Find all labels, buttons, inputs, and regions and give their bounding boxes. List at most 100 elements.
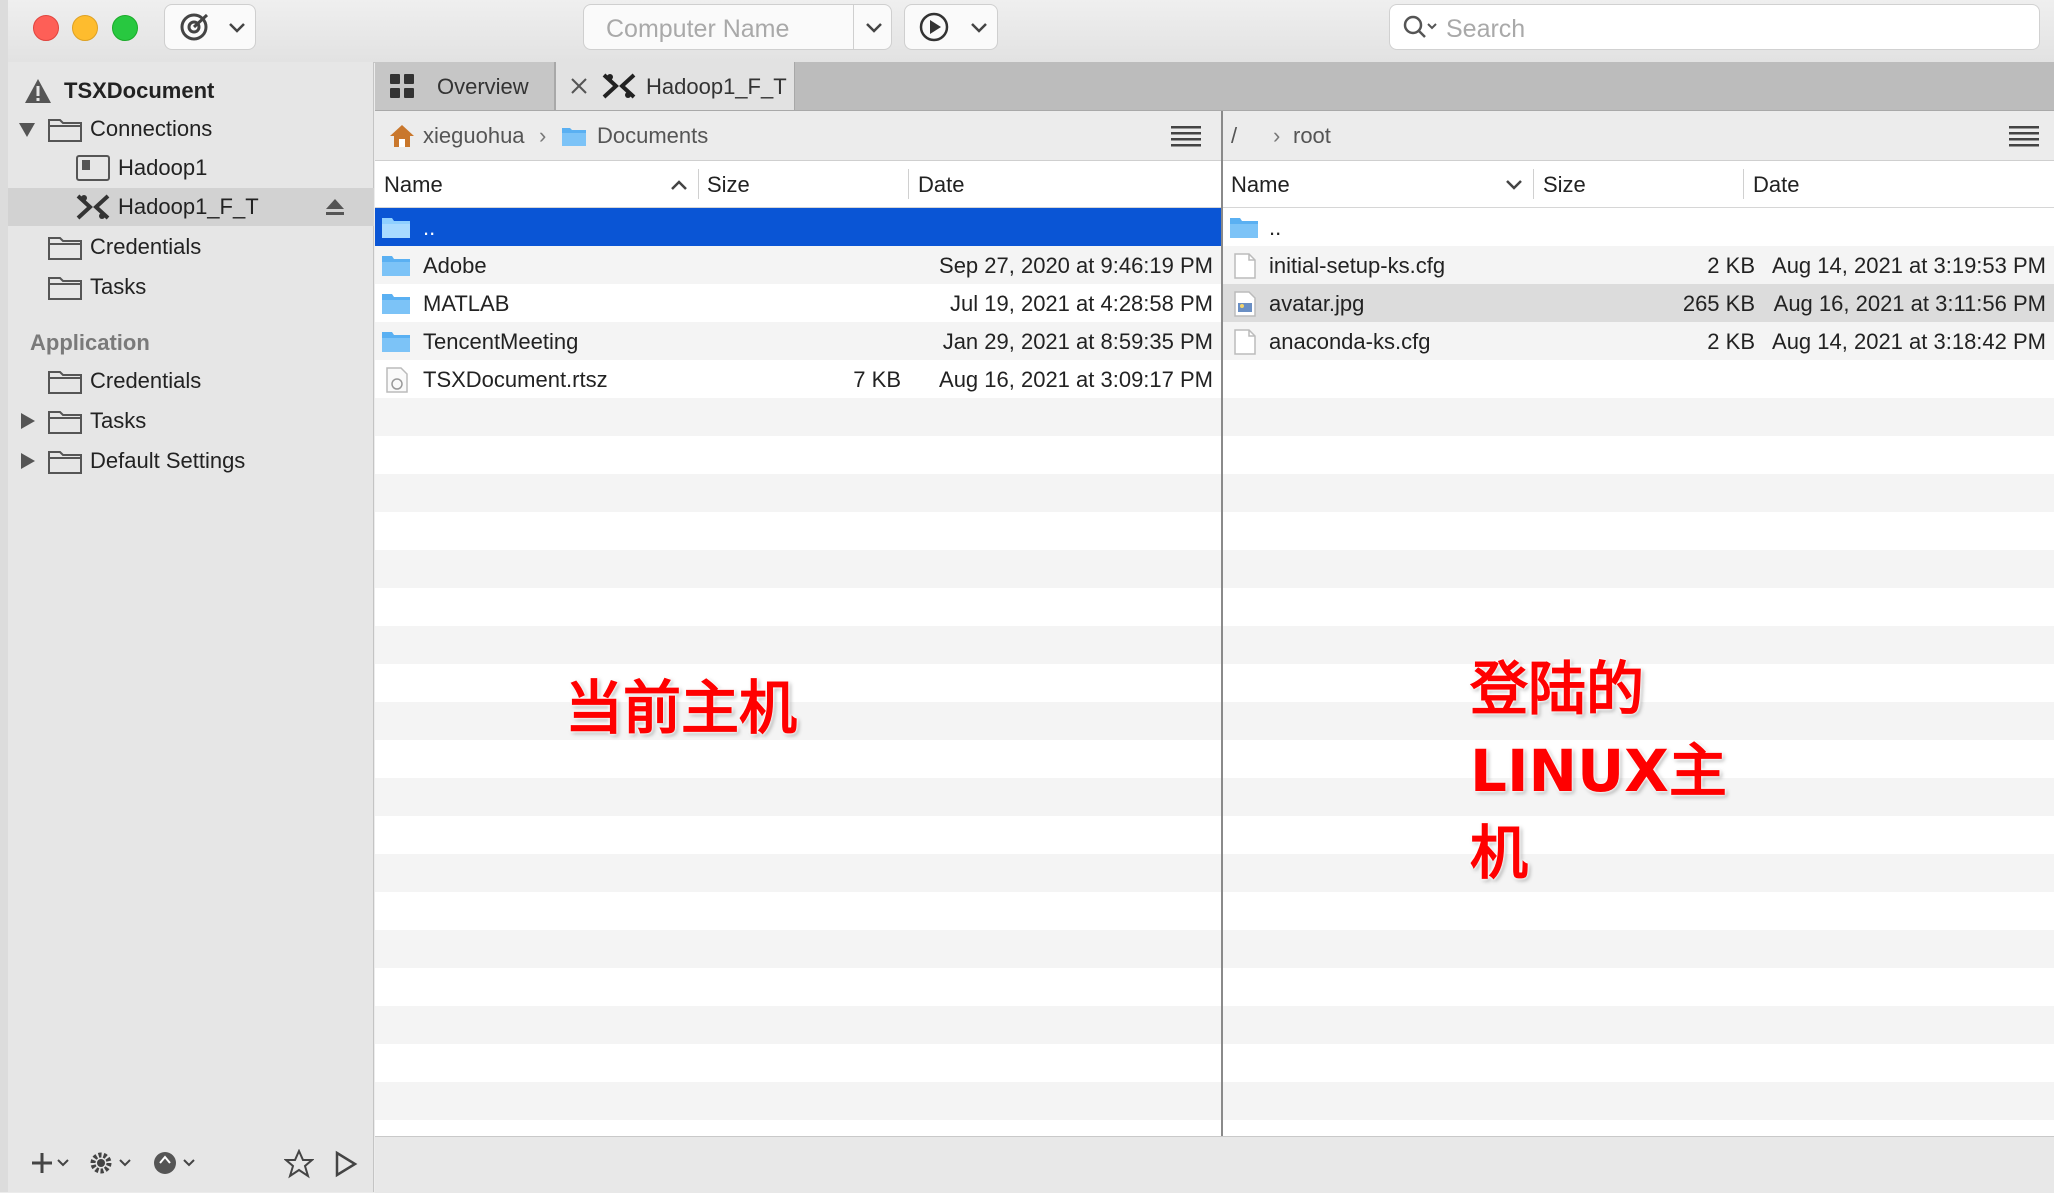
local-file-list: .. Adobe Sep 27, 2020 at 9:46:19 PM MATLAB J… [375,208,1221,1120]
disclosure-triangle-open-icon[interactable] [18,122,36,138]
empty-row [1223,550,2054,588]
empty-row [375,588,1221,626]
breadcrumb-root[interactable]: root [1293,123,1331,149]
empty-row [1223,360,2054,398]
sidebar-item-credentials[interactable]: Credentials [8,228,374,266]
computer-name-combo[interactable]: Computer Name [583,4,892,50]
empty-row [375,436,1221,474]
sort-descending-icon[interactable] [1505,179,1523,191]
tab-hadoop1-f-t[interactable]: Hadoop1_F_T [555,62,795,110]
folder-icon [382,294,410,314]
empty-row [375,474,1221,512]
file-size: 2 KB [1707,329,1755,354]
remote-file-pane: / › root Name Size Date .. initial-setup-… [1223,111,2054,1136]
empty-row [375,626,1221,664]
home-icon[interactable] [389,124,415,148]
column-header-size[interactable]: Size [707,172,750,198]
sidebar-item-app-tasks[interactable]: Tasks [8,402,374,440]
disclosure-triangle-closed-icon[interactable] [20,452,36,470]
empty-row [1223,398,2054,436]
annotation-line: 机 [1470,819,1529,887]
zoom-window-button[interactable] [112,15,138,41]
disclosure-triangle-closed-icon[interactable] [20,412,36,430]
sync-icon [180,13,209,41]
tab-overview[interactable]: Overview [375,62,555,110]
empty-row [375,968,1221,1006]
window-edge [0,0,8,1192]
column-header-date[interactable]: Date [918,172,964,198]
file-row[interactable]: initial-setup-ks.cfg 2 KB Aug 14, 2021 at … [1223,246,2054,284]
sidebar-item-hadoop1-f-t[interactable]: Hadoop1_F_T [8,188,374,226]
play-outline-icon[interactable] [334,1150,358,1178]
close-window-button[interactable] [33,15,59,41]
sync-status-menu-icon[interactable] [152,1149,200,1179]
breadcrumb-home[interactable]: xieguohua [423,123,525,149]
file-row[interactable]: TSXDocument.rtsz 7 KB Aug 16, 2021 at 3:09… [375,360,1221,398]
file-name: TencentMeeting [423,329,579,354]
eject-icon[interactable] [325,198,345,216]
file-row[interactable]: anaconda-ks.cfg 2 KB Aug 14, 2021 at 3:18:… [1223,322,2054,360]
file-name: .. [423,215,436,240]
breadcrumb-separator: › [539,123,547,148]
chevron-down-icon [971,23,987,33]
sidebar-item-hadoop1[interactable]: Hadoop1 [8,149,374,187]
breadcrumb-root-slash[interactable]: / [1231,123,1237,149]
empty-row [375,1006,1221,1044]
file-row[interactable]: MATLAB Jul 19, 2021 at 4:28:58 PM [375,284,1221,322]
sidebar-item-tasks[interactable]: Tasks [8,268,374,306]
chevron-down-icon[interactable] [865,22,883,34]
add-menu-icon[interactable] [30,1149,74,1179]
folder-icon [382,256,410,276]
play-icon [919,12,949,42]
file-row[interactable]: .. [375,208,1221,246]
annotation-remote-host: 登陆的 LINUX主 机 [1470,648,1727,894]
empty-row [1223,1044,2054,1082]
file-date: Aug 14, 2021 at 3:18:42 PM [1772,329,2046,354]
folder-icon [48,371,82,394]
folder-icon [562,128,586,146]
empty-row [375,1044,1221,1082]
file-row[interactable]: TencentMeeting Jan 29, 2021 at 8:59:35 PM [375,322,1221,360]
minimize-window-button[interactable] [72,15,98,41]
breadcrumb-documents[interactable]: Documents [597,123,708,149]
file-row[interactable]: avatar.jpg 265 KB Aug 16, 2021 at 3:11:56 … [1223,284,2054,322]
sidebar-item-app-credentials[interactable]: Credentials [8,362,374,400]
star-icon[interactable] [284,1149,314,1179]
remote-path-bar: / › root [1223,111,2054,161]
close-tab-icon[interactable] [570,77,588,95]
column-header-name[interactable]: Name [384,172,443,198]
sidebar-document-title[interactable]: TSXDocument [8,72,374,110]
sync-menu-button[interactable] [164,4,256,50]
empty-row [1223,1082,2054,1120]
file-name: avatar.jpg [1269,291,1365,316]
column-header-name[interactable]: Name [1231,172,1290,198]
sidebar-item-default-settings[interactable]: Default Settings [8,442,374,480]
computer-name-input[interactable]: Computer Name [606,15,789,44]
sidebar-bottom-bar [8,1135,374,1192]
sftp-connection-icon [602,73,636,99]
empty-row [1223,892,2054,930]
column-header-date[interactable]: Date [1753,172,1799,198]
file-row[interactable]: .. [1223,208,2054,246]
folder-icon [382,218,410,238]
file-date: Aug 16, 2021 at 3:09:17 PM [939,367,1213,392]
sort-ascending-icon[interactable] [670,179,688,191]
file-row[interactable]: Adobe Sep 27, 2020 at 9:46:19 PM [375,246,1221,284]
file-date: Aug 14, 2021 at 3:19:53 PM [1772,253,2046,278]
grid-icon [390,74,414,98]
sidebar-item-connections[interactable]: Connections [8,110,374,148]
column-header-size[interactable]: Size [1543,172,1586,198]
file-name: initial-setup-ks.cfg [1269,253,1446,278]
empty-row [375,740,1221,778]
empty-row [375,892,1221,930]
toolbar: Computer Name Search [0,0,2054,63]
gear-menu-icon[interactable] [88,1149,136,1179]
document-icon [1234,253,1256,279]
list-menu-icon[interactable] [1171,125,1201,147]
search-input[interactable]: Search [1446,15,1525,44]
connect-button[interactable] [904,4,998,50]
image-file-icon [1234,291,1256,317]
annotation-line: 登陆的 [1470,655,1645,723]
search-field[interactable]: Search [1389,4,2040,50]
list-menu-icon[interactable] [2009,125,2039,147]
